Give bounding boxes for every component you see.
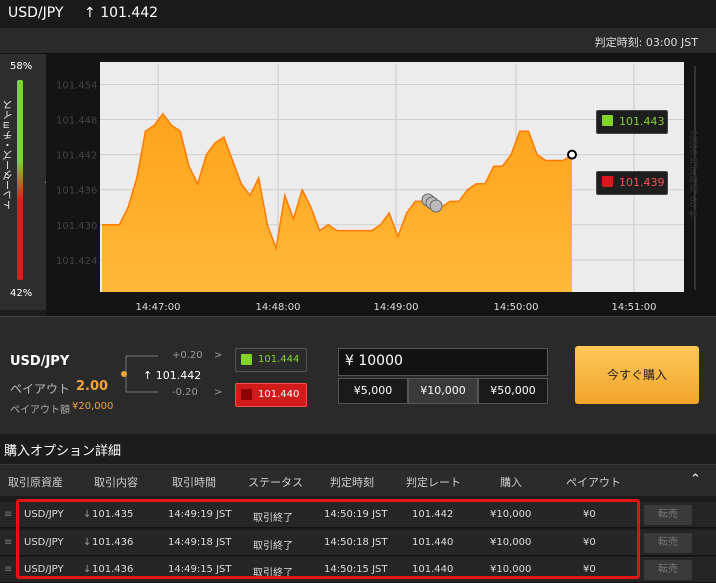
sentiment-bar: [17, 80, 23, 280]
preset-5000-button[interactable]: ¥5,000: [338, 378, 408, 404]
y-tick-label: 101.448: [56, 116, 97, 127]
chevron-right-icon: >: [214, 350, 223, 361]
column-expiry: 判定時刻: [330, 476, 374, 489]
y-tick-label: 101.436: [56, 186, 97, 197]
buy-now-button[interactable]: 今すぐ購入: [575, 346, 699, 404]
expiry-time: 03:00 JST: [645, 36, 698, 49]
x-tick-label: 14:47:00: [136, 302, 181, 313]
payout-amount: ¥20,000: [72, 401, 114, 412]
drag-handle-icon[interactable]: ≡: [4, 564, 12, 575]
y-tick-label: 101.442: [56, 151, 97, 162]
chart-down-value: 101.439: [619, 176, 665, 189]
current-price: ↑ 101.442: [143, 369, 201, 382]
x-tick-label: 14:48:00: [256, 302, 301, 313]
chart-down-indicator: 101.439: [596, 171, 668, 195]
resell-button[interactable]: 転売: [644, 560, 692, 580]
preset-10000-button[interactable]: ¥10,000: [408, 378, 478, 404]
column-asset: 取引原資産: [8, 476, 63, 489]
highlight-frame: [16, 499, 640, 579]
preset-50000-button[interactable]: ¥50,000: [478, 378, 548, 404]
column-payout: ペイアウト: [566, 476, 621, 489]
payout-value: 2.00: [76, 379, 109, 394]
next-expiry-label: 次回の判定時刻 60 秒: [687, 130, 697, 220]
down-arrow-icon: [241, 389, 252, 400]
sentiment-label: トレーダーズ・チョイス: [4, 100, 15, 210]
drag-handle-icon[interactable]: ≡: [4, 537, 12, 548]
up-arrow-icon: ↑: [143, 369, 153, 382]
payout-label: ペイアウト: [10, 382, 71, 396]
x-tick-label: 14:51:00: [612, 302, 657, 313]
resell-button[interactable]: 転売: [644, 533, 692, 553]
title-price-value: 101.442: [100, 5, 159, 21]
buy-down-button[interactable]: 101.440: [235, 383, 307, 407]
expiry-label: 判定時刻:: [594, 36, 643, 49]
column-expiry-rate: 判定レート: [406, 476, 461, 489]
column-status: ステータス: [248, 476, 303, 489]
up-price: 101.444: [258, 354, 300, 365]
chart-up-indicator: 101.443: [596, 110, 668, 134]
minus-offset: -0.20: [172, 387, 198, 398]
plus-offset: +0.20: [172, 350, 203, 361]
down-arrow-icon: [602, 176, 613, 187]
title-price: ↑ 101.442: [84, 5, 158, 21]
x-tick-label: 14:49:00: [374, 302, 419, 313]
y-tick-label: 101.424: [56, 256, 97, 267]
y-tick-label: 101.430: [56, 221, 97, 232]
up-arrow-icon: [241, 354, 252, 365]
chevron-right-icon: >: [214, 387, 223, 398]
current-price-value: 101.442: [155, 369, 202, 382]
buy-up-button[interactable]: 101.444: [235, 348, 307, 372]
down-price: 101.440: [258, 389, 300, 400]
payout-amount-label: ペイアウト額: [10, 405, 70, 416]
drag-handle-icon[interactable]: ≡: [4, 509, 12, 520]
sentiment-top-pct: 58%: [10, 61, 33, 72]
chart-up-value: 101.443: [619, 115, 665, 128]
up-arrow-icon: ↑: [84, 5, 96, 21]
trade-marker-icon[interactable]: [429, 199, 443, 213]
page-title: USD/JPY: [8, 5, 64, 21]
resell-button[interactable]: 転売: [644, 505, 692, 525]
amount-input[interactable]: ¥ 10000: [338, 348, 548, 376]
up-arrow-icon: [602, 115, 613, 126]
trade-pair: USD/JPY: [10, 354, 70, 369]
sentiment-bottom-pct: 42%: [10, 288, 33, 299]
y-tick-label: 101.454: [56, 80, 97, 91]
collapse-icon[interactable]: ⌃: [690, 472, 701, 487]
column-content: 取引内容: [94, 476, 138, 489]
column-purchase: 購入: [500, 476, 522, 489]
x-tick-label: 14:50:00: [494, 302, 539, 313]
details-title: 購入オプション詳細: [4, 444, 122, 459]
expiry-info: 判定時刻: 03:00 JST: [595, 34, 698, 50]
current-point: [567, 149, 577, 160]
column-time: 取引時間: [172, 476, 216, 489]
